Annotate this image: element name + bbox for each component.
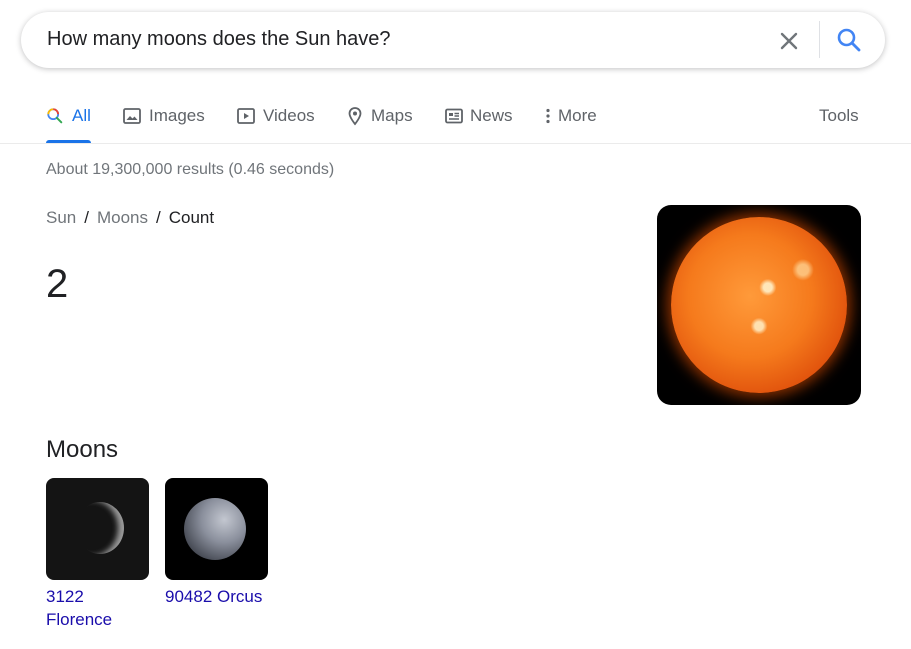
- tab-images[interactable]: Images: [122, 104, 205, 134]
- breadcrumb-sun[interactable]: Sun: [46, 208, 76, 227]
- more-vert-icon: [546, 108, 550, 124]
- moon-thumbnail: [46, 478, 149, 580]
- moon-name[interactable]: 3122 Florence: [46, 585, 150, 631]
- tab-videos[interactable]: Videos: [236, 104, 315, 134]
- result-stats: About 19,300,000 results (0.46 seconds): [46, 161, 335, 178]
- sun-image[interactable]: [657, 205, 861, 405]
- tab-label: Maps: [371, 106, 413, 125]
- moon-card-florence[interactable]: 3122 Florence: [46, 478, 150, 631]
- tab-all[interactable]: All: [46, 104, 91, 134]
- breadcrumb-separator: /: [156, 208, 161, 227]
- tab-label: All: [72, 106, 91, 125]
- moon-thumbnail: [165, 478, 268, 580]
- moons-heading: Moons: [46, 436, 119, 463]
- tab-label: More: [558, 106, 597, 125]
- breadcrumb-count: Count: [168, 208, 215, 227]
- clear-search-button[interactable]: [777, 29, 801, 53]
- tab-more[interactable]: More: [542, 104, 597, 134]
- tab-label: News: [470, 106, 513, 125]
- search-divider: [819, 21, 820, 58]
- moon-card-orcus[interactable]: 90482 Orcus: [165, 478, 269, 608]
- answer-value: 2: [46, 262, 69, 306]
- breadcrumb-moons[interactable]: Moons: [97, 208, 148, 227]
- tab-label: Videos: [263, 106, 315, 125]
- search-icon: [837, 28, 861, 52]
- moon-orb: [184, 498, 246, 560]
- moon-crescent: [76, 502, 124, 554]
- play-icon: [237, 108, 255, 124]
- search-input[interactable]: How many moons does the Sun have?: [47, 28, 391, 51]
- image-icon: [123, 108, 141, 124]
- map-pin-icon: [348, 107, 362, 126]
- search-tabs: All Images Videos Maps News More Tools: [0, 90, 911, 144]
- tab-news[interactable]: News: [444, 104, 513, 134]
- tab-label: Images: [149, 106, 205, 125]
- news-icon: [445, 108, 463, 124]
- search-button[interactable]: [835, 26, 863, 54]
- tools-button[interactable]: Tools: [819, 104, 859, 128]
- moon-name[interactable]: 90482 Orcus: [165, 585, 269, 608]
- tabs-divider: [0, 143, 911, 144]
- search-box[interactable]: How many moons does the Sun have?: [21, 12, 885, 68]
- close-icon: [780, 32, 798, 50]
- breadcrumb: Sun / Moons / Count: [46, 208, 214, 228]
- search-icon: [47, 108, 63, 124]
- breadcrumb-separator: /: [84, 208, 89, 227]
- tab-maps[interactable]: Maps: [345, 104, 413, 134]
- sun-disc: [671, 217, 847, 393]
